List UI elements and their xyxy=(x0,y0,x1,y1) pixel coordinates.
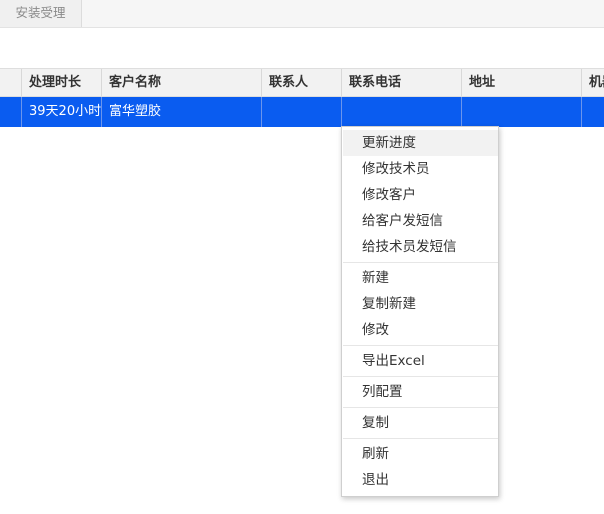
menu-item-export-excel[interactable]: 导出Excel xyxy=(343,348,498,374)
menu-item-refresh[interactable]: 刷新 xyxy=(343,441,498,467)
menu-item-column-config[interactable]: 列配置 xyxy=(343,379,498,405)
tab-bar: 安装受理 xyxy=(0,0,604,28)
context-menu: 更新进度 修改技术员 修改客户 给客户发短信 给技术员发短信 新建 复制新建 修… xyxy=(341,126,499,497)
menu-separator xyxy=(343,376,498,377)
menu-separator xyxy=(343,407,498,408)
menu-item-copy[interactable]: 复制 xyxy=(343,410,498,436)
toolbar-area xyxy=(0,28,604,68)
row-indicator-header xyxy=(0,69,22,96)
column-header-phone[interactable]: 联系电话 xyxy=(342,69,462,96)
column-header-customer[interactable]: 客户名称 xyxy=(102,69,262,96)
tab-install-acceptance[interactable]: 安装受理 xyxy=(0,0,82,27)
menu-item-edit[interactable]: 修改 xyxy=(343,317,498,343)
row-indicator xyxy=(0,97,22,127)
menu-item-change-customer[interactable]: 修改客户 xyxy=(343,182,498,208)
menu-separator xyxy=(343,438,498,439)
grid-header: 处理时长 客户名称 联系人 联系电话 地址 机器 xyxy=(0,68,604,97)
cell-machine[interactable] xyxy=(582,97,604,127)
menu-separator xyxy=(343,262,498,263)
table-row[interactable]: 39天20小时 富华塑胶 xyxy=(0,97,604,127)
menu-item-sms-customer[interactable]: 给客户发短信 xyxy=(343,208,498,234)
menu-item-update-progress[interactable]: 更新进度 xyxy=(343,130,498,156)
menu-item-exit[interactable]: 退出 xyxy=(343,467,498,493)
column-header-contact[interactable]: 联系人 xyxy=(262,69,342,96)
cell-customer[interactable]: 富华塑胶 xyxy=(102,97,262,127)
menu-item-new[interactable]: 新建 xyxy=(343,265,498,291)
menu-item-copy-new[interactable]: 复制新建 xyxy=(343,291,498,317)
cell-duration[interactable]: 39天20小时 xyxy=(22,97,102,127)
cell-contact[interactable] xyxy=(262,97,342,127)
menu-separator xyxy=(343,345,498,346)
cell-phone[interactable] xyxy=(342,97,462,127)
column-header-duration[interactable]: 处理时长 xyxy=(22,69,102,96)
menu-item-sms-technician[interactable]: 给技术员发短信 xyxy=(343,234,498,260)
column-header-address[interactable]: 地址 xyxy=(462,69,582,96)
cell-address[interactable] xyxy=(462,97,582,127)
menu-item-change-technician[interactable]: 修改技术员 xyxy=(343,156,498,182)
column-header-machine[interactable]: 机器 xyxy=(582,69,604,96)
